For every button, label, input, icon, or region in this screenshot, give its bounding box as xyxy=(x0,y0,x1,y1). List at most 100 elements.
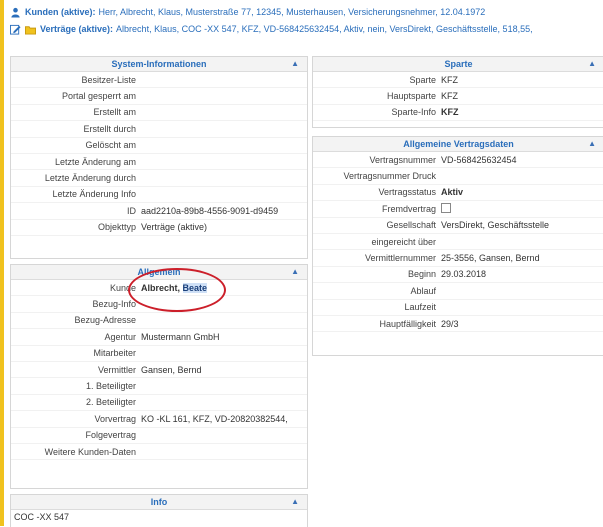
vertrag-row: Vermittlernummer 25-3556, Gansen, Bernd xyxy=(313,250,603,267)
accent-bar xyxy=(0,0,4,526)
field-label: Objekttyp xyxy=(97,222,136,233)
vermittler-value[interactable]: Gansen, Bernd xyxy=(141,365,307,375)
customer-header-text: Herr, Albrecht, Klaus, Musterstraße 77, … xyxy=(98,7,486,17)
highlight-circle-annotation xyxy=(128,268,226,312)
folder-icon[interactable] xyxy=(25,24,36,35)
id-value[interactable]: aad2210a-89b8-4556-9091-d9459 xyxy=(141,206,307,216)
field-value[interactable]: KFZ xyxy=(441,75,603,85)
system-info-header[interactable]: System-Informationen ▲ xyxy=(11,57,307,72)
customer-header-line[interactable]: Kunden (aktive): Herr, Albrecht, Klaus, … xyxy=(10,5,595,19)
field-label: Laufzeit xyxy=(404,302,436,313)
field-label: Hauptsparte xyxy=(386,91,436,102)
collapse-caret-icon[interactable]: ▲ xyxy=(291,57,299,71)
vertragsdaten-panel: Allgemeine Vertragsdaten ▲ Vertragsnumme… xyxy=(312,136,603,356)
system-row: Letzte Änderung am xyxy=(11,154,307,171)
vertrag-row: Laufzeit xyxy=(313,300,603,316)
field-label: Gesellschaft xyxy=(386,220,436,231)
info-title: Info xyxy=(150,497,168,507)
vertrag-row: Vertragsnummer Druck xyxy=(313,168,603,185)
system-row: Erstellt am xyxy=(11,105,307,122)
field-label: Weitere Kunden-Daten xyxy=(44,446,136,457)
person-icon xyxy=(11,7,20,18)
collapse-caret-icon[interactable]: ▲ xyxy=(588,57,596,71)
field-label: Letzte Änderung Info xyxy=(52,189,136,200)
allgemein-row: Agentur Mustermann GmbH xyxy=(11,329,307,346)
beginn-value[interactable]: 29.03.2018 xyxy=(441,269,603,279)
edit-icon[interactable] xyxy=(10,24,21,35)
field-label: Bezug-Info xyxy=(92,299,136,310)
field-label: Portal gesperrt am xyxy=(61,91,136,102)
vertragsstatus-value[interactable]: Aktiv xyxy=(441,187,603,197)
field-label: Erstellt durch xyxy=(83,123,136,134)
fremdvertrag-checkbox[interactable] xyxy=(441,202,451,213)
system-row: Erstellt durch xyxy=(11,121,307,138)
vertragsnummer-value[interactable]: VD-568425632454 xyxy=(441,155,603,165)
system-row: Letzte Änderung durch xyxy=(11,170,307,187)
sparte-title: Sparte xyxy=(444,59,473,69)
field-label: Sparte xyxy=(409,74,436,85)
system-info-rows: Besitzer-Liste Portal gesperrt am Erstel… xyxy=(11,72,307,236)
system-row: Portal gesperrt am xyxy=(11,88,307,105)
system-row: Objekttyp Verträge (aktive) xyxy=(11,220,307,236)
field-label: 1. Beteiligter xyxy=(85,381,136,392)
allgemein-row: Vorvertrag KO -KL 161, KFZ, VD-2082038254… xyxy=(11,411,307,428)
info-text: COC -XX 547 xyxy=(14,512,70,522)
sparte-panel: Sparte ▲ Sparte KFZ Hauptsparte KFZ Sparte… xyxy=(312,56,603,128)
allgemein-row: Vermittler Gansen, Bernd xyxy=(11,362,307,379)
contract-header-line[interactable]: Verträge (aktive): Albrecht, Klaus, COC … xyxy=(10,22,595,36)
field-label: Letzte Änderung am xyxy=(54,156,136,167)
vorvertrag-value[interactable]: KO -KL 161, KFZ, VD-20820382544, xyxy=(141,414,307,424)
agentur-value[interactable]: Mustermann GmbH xyxy=(141,332,307,342)
field-label: ID xyxy=(127,205,136,216)
field-label: Erstellt am xyxy=(93,107,136,118)
field-label: eingereicht über xyxy=(371,236,436,247)
field-value[interactable]: KFZ xyxy=(441,91,603,101)
sparte-header[interactable]: Sparte ▲ xyxy=(313,57,603,72)
customer-header-label: Kunden (aktive): xyxy=(25,7,96,17)
field-label: Letzte Änderung durch xyxy=(44,173,136,184)
field-label: Agentur xyxy=(104,331,136,342)
vertrag-row: Vertragsstatus Aktiv xyxy=(313,185,603,202)
collapse-caret-icon[interactable]: ▲ xyxy=(291,265,299,279)
sparte-row: Sparte-Info KFZ xyxy=(313,105,603,122)
vermittlernummer-value[interactable]: 25-3556, Gansen, Bernd xyxy=(441,253,603,263)
contract-header-text: Albrecht, Klaus, COC -XX 547, KFZ, VD-56… xyxy=(116,24,533,34)
field-label: Fremdvertrag xyxy=(381,203,436,214)
collapse-caret-icon[interactable]: ▲ xyxy=(588,137,596,151)
system-info-title: System-Informationen xyxy=(111,59,207,69)
info-header[interactable]: Info ▲ xyxy=(11,495,307,510)
field-label: Vertragsnummer xyxy=(369,154,436,165)
vertrag-row: eingereicht über xyxy=(313,234,603,251)
gesellschaft-value[interactable]: VersDirekt, Geschäftsstelle xyxy=(441,220,603,230)
field-label: Besitzer-Liste xyxy=(81,74,136,85)
vertrag-row: Vertragsnummer VD-568425632454 xyxy=(313,152,603,169)
collapse-caret-icon[interactable]: ▲ xyxy=(291,495,299,509)
vertrag-row: Ablauf xyxy=(313,283,603,300)
field-label: Folgevertrag xyxy=(85,430,136,441)
field-label: Vorvertrag xyxy=(94,413,136,424)
fremdvertrag-value xyxy=(441,202,603,215)
field-label: Vermittler xyxy=(97,364,136,375)
contract-header-label: Verträge (aktive): xyxy=(40,24,114,34)
field-label: Vermittlernummer xyxy=(364,253,436,264)
sparte-row: Hauptsparte KFZ xyxy=(313,88,603,105)
vertragsdaten-header[interactable]: Allgemeine Vertragsdaten ▲ xyxy=(313,137,603,152)
system-info-panel: System-Informationen ▲ Besitzer-Liste Po… xyxy=(10,56,308,259)
system-row: ID aad2210a-89b8-4556-9091-d9459 xyxy=(11,203,307,220)
allgemein-row: 1. Beteiligter xyxy=(11,378,307,395)
field-label: 2. Beteiligter xyxy=(85,397,136,408)
field-value[interactable]: KFZ xyxy=(441,107,603,117)
vertrag-row: Hauptfälligkeit 29/3 xyxy=(313,316,603,333)
field-label: Gelöscht am xyxy=(85,140,136,151)
field-label: Vertragsstatus xyxy=(378,187,436,198)
kunde-label: Kunde xyxy=(109,282,136,293)
vertragsdaten-title: Allgemeine Vertragsdaten xyxy=(403,139,514,149)
vertrag-row: Beginn 29.03.2018 xyxy=(313,267,603,284)
field-label: Ablauf xyxy=(410,285,436,296)
field-label: Mitarbeiter xyxy=(93,348,136,359)
field-label: Vertragsnummer Druck xyxy=(343,171,436,182)
hauptfaelligkeit-value[interactable]: 29/3 xyxy=(441,319,603,329)
objekttyp-value[interactable]: Verträge (aktive) xyxy=(141,222,307,232)
system-row: Besitzer-Liste xyxy=(11,72,307,89)
allgemein-row: Bezug-Adresse xyxy=(11,313,307,330)
